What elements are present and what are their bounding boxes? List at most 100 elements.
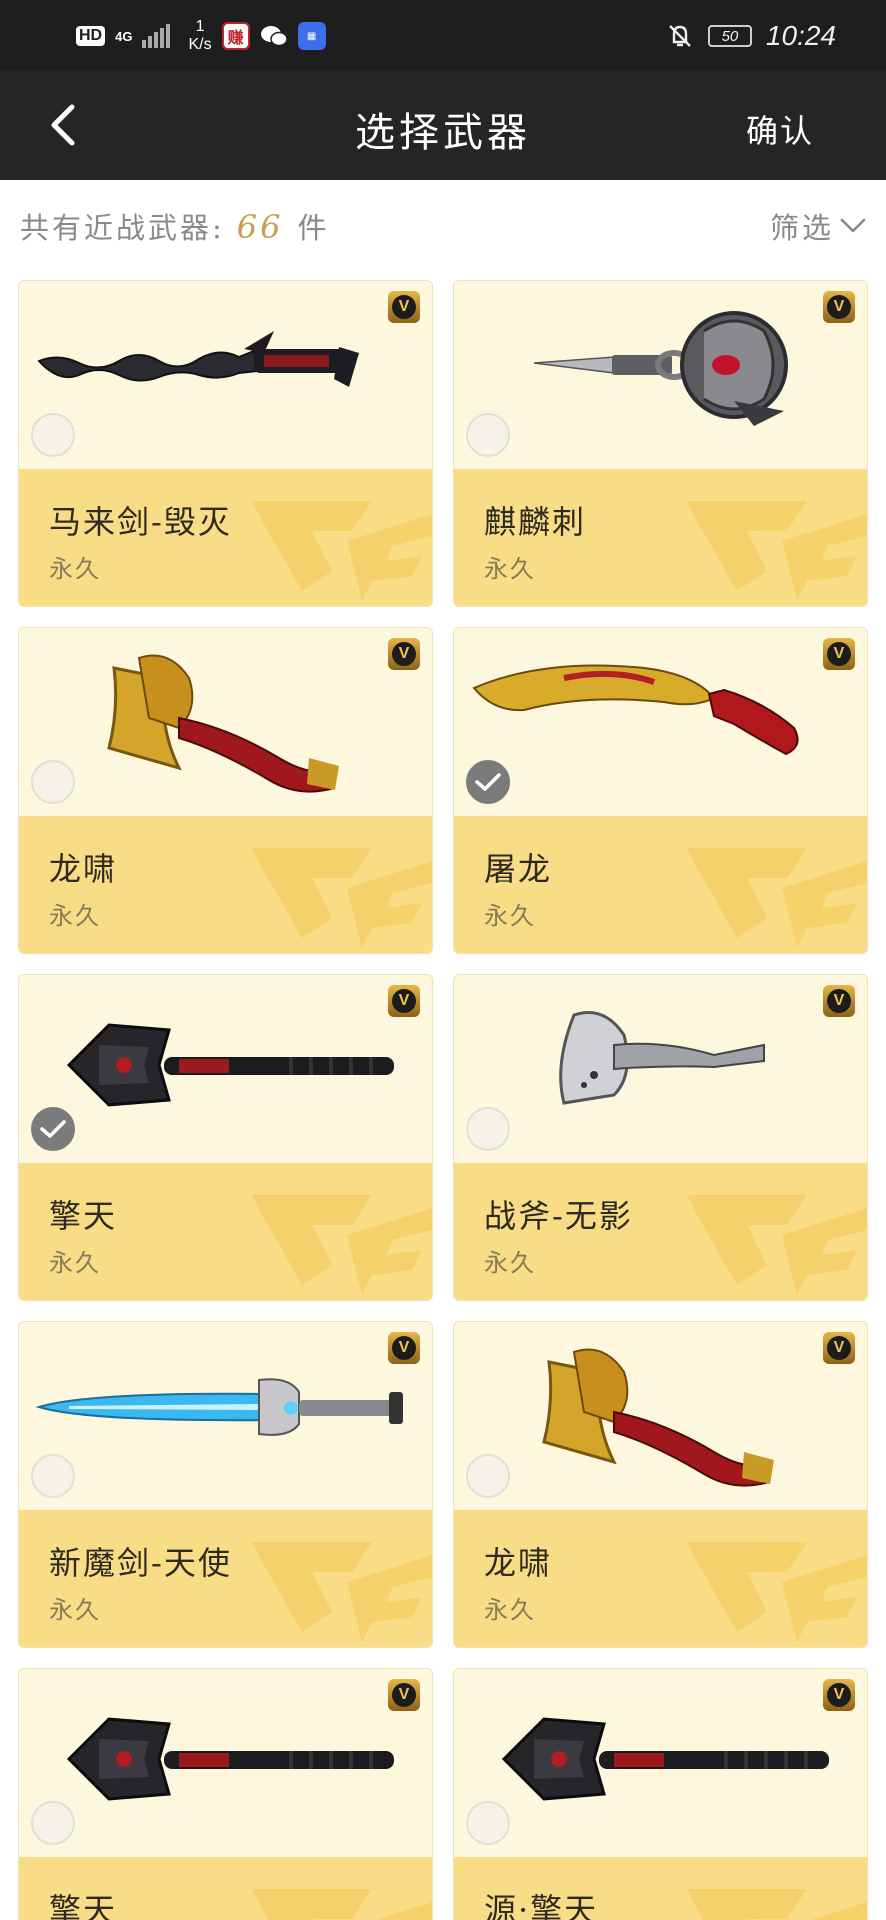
cf-logo-watermark: [687, 1889, 867, 1920]
weapon-image: [29, 638, 424, 808]
weapon-name: 源·擎天: [484, 1891, 599, 1920]
select-checkbox[interactable]: [466, 413, 510, 457]
select-checkbox[interactable]: [31, 413, 75, 457]
status-right: 50 10:24: [666, 14, 836, 58]
app-blue-icon: ▦: [297, 22, 326, 50]
battery-icon: 50: [707, 25, 752, 47]
select-checkbox[interactable]: [466, 1454, 510, 1498]
weapon-card[interactable]: V 擎天 永久: [18, 1668, 433, 1920]
cf-logo-watermark: [687, 1542, 867, 1642]
weapon-name: 屠龙: [484, 850, 553, 888]
v-badge-letter: V: [392, 1683, 416, 1707]
v-badge-letter: V: [827, 642, 851, 666]
cf-logo-watermark: [687, 848, 867, 948]
weapon-card[interactable]: V 战斧-无影 永久: [453, 974, 868, 1301]
weapon-card[interactable]: V 麒麟刺 永久: [453, 280, 868, 607]
v-badge-letter: V: [392, 295, 416, 319]
weapon-image: [29, 1679, 424, 1849]
cf-logo-watermark: [252, 1542, 432, 1642]
weapon-duration: 永久: [484, 902, 536, 930]
select-checkbox[interactable]: [31, 1454, 75, 1498]
v-badge-letter: V: [827, 295, 851, 319]
weapon-card[interactable]: V 马来剑-毁灭 永久: [18, 280, 433, 607]
weapon-image-area: V: [454, 1322, 867, 1510]
cf-logo-watermark: [687, 1195, 867, 1295]
status-bar: HD 4G 1 K/s 赚 ▦ 50 10:24: [0, 0, 886, 70]
weapon-image: [464, 638, 859, 808]
clock: 10:24: [765, 20, 836, 51]
weapon-card[interactable]: V 擎天 永久: [18, 974, 433, 1301]
weapon-duration: 永久: [49, 1596, 101, 1624]
select-checkbox[interactable]: [31, 1801, 75, 1845]
v-badge-letter: V: [827, 989, 851, 1013]
v-badge-icon: V: [388, 291, 420, 323]
weapon-card[interactable]: V 屠龙 永久: [453, 627, 868, 954]
weapon-info: 擎天 永久: [19, 1163, 432, 1300]
checkmark-icon: [475, 773, 501, 791]
filter-label: 筛选: [769, 211, 834, 245]
weapon-info: 新魔剑-天使 永久: [19, 1510, 432, 1647]
weapon-duration: 永久: [484, 555, 536, 583]
weapon-image: [29, 291, 424, 461]
weapon-image-area: V: [454, 1669, 867, 1857]
checkmark-icon: [40, 1120, 66, 1138]
v-badge-icon: V: [823, 1332, 855, 1364]
weapon-image-area: V: [19, 628, 432, 816]
weapon-info: 战斧-无影 永久: [454, 1163, 867, 1300]
weapon-image: [464, 1679, 859, 1849]
weapon-name: 擎天: [49, 1891, 118, 1920]
weapon-image-area: V: [454, 975, 867, 1163]
signal-icon: [142, 24, 171, 48]
weapon-name: 马来剑-毁灭: [49, 503, 232, 541]
v-badge-letter: V: [392, 642, 416, 666]
select-checkbox[interactable]: [31, 1107, 75, 1151]
weapon-name: 龙啸: [49, 850, 118, 888]
weapon-info: 擎天 永久: [19, 1857, 432, 1920]
weapon-name: 龙啸: [484, 1544, 553, 1582]
cf-logo-watermark: [687, 501, 867, 601]
weapon-info: 屠龙 永久: [454, 816, 867, 953]
weapon-name: 麒麟刺: [484, 503, 587, 541]
weapon-image-area: V: [19, 975, 432, 1163]
confirm-button[interactable]: 确认: [746, 106, 814, 152]
chevron-down-icon: [840, 218, 866, 233]
v-badge-letter: V: [827, 1683, 851, 1707]
weapon-card[interactable]: V 新魔剑-天使 永久: [18, 1321, 433, 1648]
weapon-card[interactable]: V 龙啸 永久: [453, 1321, 868, 1648]
v-badge-letter: V: [392, 989, 416, 1013]
weapon-name: 擎天: [49, 1197, 118, 1235]
mute-bell-icon: [666, 22, 694, 50]
weapon-name: 新魔剑-天使: [49, 1544, 232, 1582]
select-checkbox[interactable]: [466, 1107, 510, 1151]
nav-bar: 选择武器 确认: [0, 70, 886, 180]
weapon-grid: V 马来剑-毁灭 永久 V 麒麟刺 永久 V 龙啸 永久 V 屠龙 永久 V 擎…: [18, 280, 868, 1920]
weapon-count-summary: 共有近战武器: 66 件: [20, 205, 330, 247]
weapon-info: 麒麟刺 永久: [454, 469, 867, 606]
weapon-duration: 永久: [49, 902, 101, 930]
weapon-image: [464, 985, 859, 1155]
weapon-info: 龙啸 永久: [19, 816, 432, 953]
cf-logo-watermark: [252, 501, 432, 601]
weapon-image-area: V: [454, 628, 867, 816]
cf-logo-watermark: [252, 1889, 432, 1920]
weapon-info: 马来剑-毁灭 永久: [19, 469, 432, 606]
net-speed-value: 1: [195, 18, 205, 35]
weapon-info: 源·擎天 永久: [454, 1857, 867, 1920]
weapon-image: [464, 291, 859, 461]
v-badge-letter: V: [827, 1336, 851, 1360]
wechat-icon: [260, 22, 288, 50]
weapon-name: 战斧-无影: [484, 1197, 633, 1235]
weapon-image-area: V: [19, 1669, 432, 1857]
weapon-card[interactable]: V 龙啸 永久: [18, 627, 433, 954]
select-checkbox[interactable]: [466, 760, 510, 804]
summary-prefix: 共有近战武器:: [20, 211, 225, 245]
weapon-duration: 永久: [484, 1249, 536, 1277]
weapon-card[interactable]: V 源·擎天 永久: [453, 1668, 868, 1920]
weapon-count: 66: [236, 208, 284, 246]
select-checkbox[interactable]: [466, 1801, 510, 1845]
cf-logo-watermark: [252, 848, 432, 948]
select-checkbox[interactable]: [31, 760, 75, 804]
weapon-image: [464, 1332, 859, 1502]
filter-button[interactable]: 筛选: [770, 205, 866, 247]
weapon-image-area: V: [19, 1322, 432, 1510]
